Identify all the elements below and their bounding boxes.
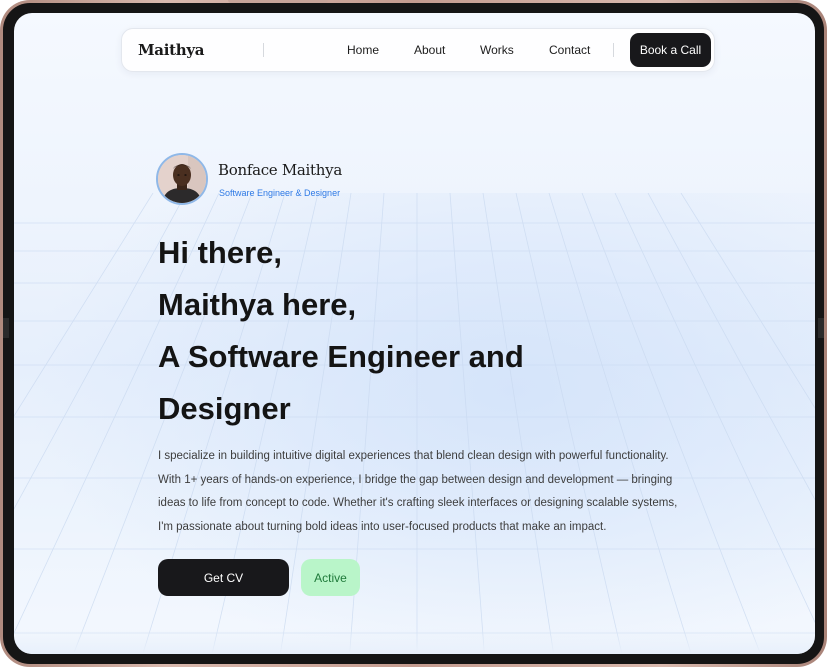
nav-divider <box>613 43 614 57</box>
nav-link-about[interactable]: About <box>414 43 445 57</box>
status-badge: Active <box>301 559 360 596</box>
hero-paragraph: I specialize in building intuitive digit… <box>158 450 678 533</box>
device-bezel: Maithya Home About Works Contact Book a … <box>3 3 824 664</box>
device-frame: Maithya Home About Works Contact Book a … <box>0 0 827 667</box>
nav-link-works[interactable]: Works <box>480 43 514 57</box>
navbar: Maithya Home About Works Contact Book a … <box>121 28 715 72</box>
book-call-button[interactable]: Book a Call <box>630 33 711 67</box>
profile-name: Bonface Maithya <box>218 161 342 179</box>
nav-link-contact[interactable]: Contact <box>549 43 590 57</box>
nav-divider <box>263 43 264 57</box>
device-hinge-right <box>818 318 824 338</box>
get-cv-button[interactable]: Get CV <box>158 559 289 596</box>
hero-heading: Hi there, Maithya here, A Software Engin… <box>158 233 678 441</box>
hero-line: Maithya here, <box>158 287 357 322</box>
device-top-notch <box>228 0 328 3</box>
hero-line: Hi there, <box>158 235 283 270</box>
avatar <box>156 153 208 205</box>
brand-logo[interactable]: Maithya <box>138 41 205 59</box>
bottom-fade <box>14 628 815 654</box>
hero-line: A Software Engineer and <box>158 339 524 374</box>
profile-role: Software Engineer & Designer <box>219 188 341 198</box>
device-hinge-left <box>3 318 9 338</box>
nav-link-home[interactable]: Home <box>347 43 379 57</box>
screen: Maithya Home About Works Contact Book a … <box>14 13 815 654</box>
hero-line: Designer <box>158 391 291 426</box>
avatar-portrait-icon <box>158 155 206 203</box>
